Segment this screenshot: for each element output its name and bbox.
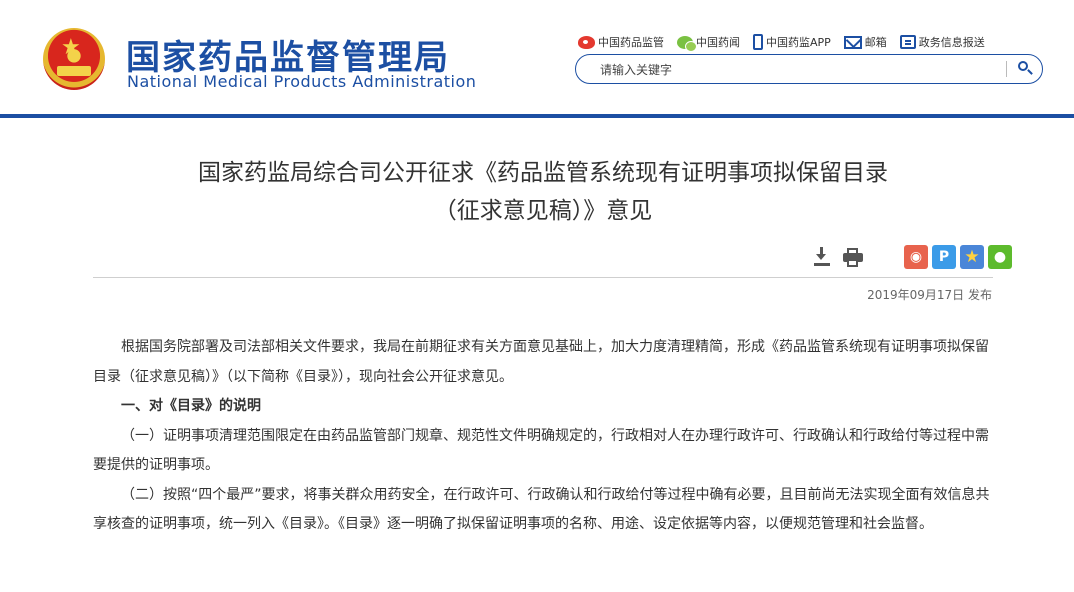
search-icon-handle (1027, 69, 1033, 75)
top-links: 中国药品监管 中国药闻 中国药监APP 邮箱 政务信息报送 (578, 32, 985, 52)
qzone-share-icon: P (938, 249, 950, 265)
print-icon-paper (847, 259, 858, 267)
wechat-icon (677, 35, 697, 52)
wechat-share-icon: ● (993, 249, 1007, 265)
article-paragraph: （二）按照“四个最严”要求，将事关群众用药安全，在行政许可、行政确认和行政给付等… (93, 486, 990, 533)
title-divider (93, 277, 993, 278)
share-qzone-button[interactable]: P (932, 245, 956, 269)
mail-icon (843, 35, 862, 49)
top-link-label: 中国药品监管 (598, 36, 664, 49)
weibo-icon (578, 35, 595, 49)
mobile-app-icon (753, 34, 763, 50)
search-divider (1006, 61, 1007, 77)
top-link-mail[interactable]: 邮箱 (843, 34, 887, 50)
share-wechat-button[interactable]: ● (988, 245, 1012, 269)
search-input[interactable] (598, 59, 982, 81)
header-divider-bar (0, 114, 1074, 118)
article-body: 根据国务院部署及司法部相关文件要求，我局在前期征求有关方面意见基础上，加大力度清… (93, 333, 993, 540)
top-link-label: 政务信息报送 (918, 36, 985, 49)
favorite-button[interactable]: ★ (960, 245, 984, 269)
top-link-label: 邮箱 (864, 36, 887, 49)
top-link-report[interactable]: 政务信息报送 (899, 34, 985, 50)
article-paragraph: 根据国务院部署及司法部相关文件要求，我局在前期征求有关方面意见基础上，加大力度清… (93, 339, 989, 385)
site-header: ★ 国家药品监督管理局 National Medical Products Ad… (0, 0, 1074, 116)
article-title-line: （征求意见稿）》意见 (433, 198, 653, 224)
share-weibo-button[interactable]: ◉ (904, 245, 928, 269)
top-link-weibo[interactable]: 中国药品监管 (578, 34, 664, 50)
article-paragraph: （一）证明事项清理范围限定在由药品监管部门规章、规范性文件明确规定的，行政相对人… (93, 427, 989, 474)
download-icon-base (814, 263, 830, 266)
national-emblem-logo[interactable]: ★ (43, 28, 105, 90)
search-box (575, 54, 1043, 84)
site-logo-english[interactable]: National Medical Products Administration (127, 72, 476, 91)
article-title: 国家药监局综合司公开征求《药品监管系统现有证明事项拟保留目录 （征求意见稿）》意… (93, 154, 993, 230)
top-link-label: 中国药闻 (696, 36, 740, 49)
emblem-base (57, 66, 91, 76)
download-button[interactable] (812, 246, 834, 268)
article-toolbar: ◉ P ★ ● (812, 244, 1012, 270)
emblem-star-icon: ★ (61, 35, 81, 60)
article-section-heading: 一、对《目录》的说明 (121, 398, 261, 414)
top-link-app[interactable]: 中国药监APP (753, 34, 831, 50)
favorite-star-icon: ★ (964, 247, 980, 267)
article-title-line: 国家药监局综合司公开征求《药品监管系统现有证明事项拟保留目录 (198, 160, 888, 186)
weibo-share-icon: ◉ (909, 249, 923, 265)
report-icon (899, 35, 916, 49)
search-button[interactable] (1015, 59, 1037, 79)
download-icon-head (816, 254, 826, 260)
top-link-wechat[interactable]: 中国药闻 (677, 34, 740, 52)
top-link-label: 中国药监APP (766, 36, 831, 49)
publish-date: 2019年09月17日 发布 (867, 288, 992, 302)
print-button[interactable] (842, 246, 864, 268)
